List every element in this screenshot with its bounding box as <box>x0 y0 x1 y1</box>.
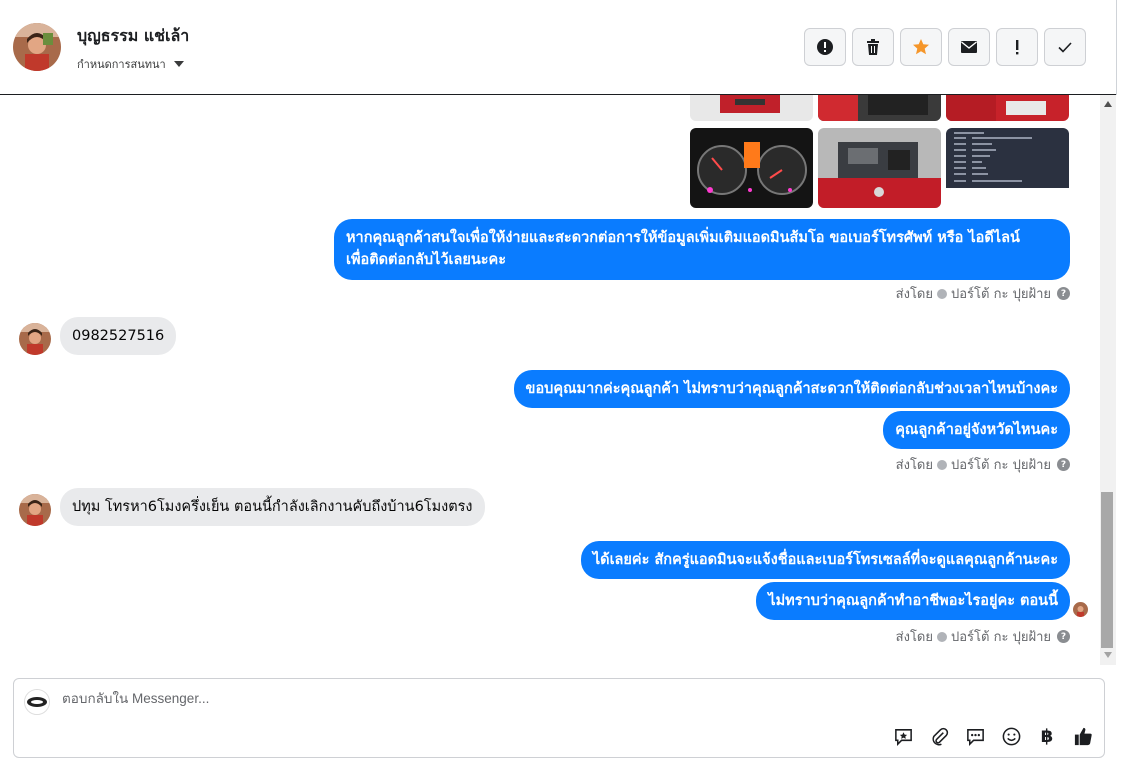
thumbs-up-icon <box>1074 727 1092 745</box>
message-text: ได้เลยค่ะ สักครู่แอดมินจะแจ้งชื่อและเบอร… <box>592 552 1058 568</box>
message-line: เพื่อติดต่อกลับไว้เลยนะคะ <box>346 252 507 268</box>
exclamation-icon <box>1016 40 1019 55</box>
message-line: หากคุณลูกค้าสนใจเพื่อให้ง่ายและสะดวกต่อก… <box>346 230 1020 246</box>
messenger-inbox: บุญธรรม แช่เล้า กำหนดการสนทนา หากคุณลูกค… <box>0 0 1125 768</box>
conversation-header: บุญธรรม แช่เล้า กำหนดการสนทนา <box>0 0 1117 95</box>
reply-composer: ฿ <box>13 678 1105 758</box>
check-icon <box>1058 42 1072 53</box>
thread-scrollbar[interactable] <box>1100 95 1116 665</box>
car-photo-engine[interactable] <box>818 128 941 208</box>
outgoing-message[interactable]: ได้เลยค่ะ สักครู่แอดมินจะแจ้งชื่อและเบอร… <box>580 541 1070 579</box>
sent-by-prefix: ส่งโดย <box>895 458 933 473</box>
message-text: ปทุม โทรหา6โมงครึ่งเย็น ตอนนี้กำลังเลิกง… <box>72 499 473 515</box>
emoji-button[interactable] <box>1000 725 1022 747</box>
like-button[interactable] <box>1072 725 1094 747</box>
incoming-message[interactable]: ปทุม โทรหา6โมงครึ่งเย็น ตอนนี้กำลังเลิกง… <box>60 488 485 526</box>
sent-by-prefix: ส่งโดย <box>895 287 933 302</box>
message-text: ขอบคุณมากค่ะคุณลูกค้า ไม่ทราบว่าคุณลูกค้… <box>525 381 1058 397</box>
car-spec-sheet[interactable] <box>946 128 1069 208</box>
sent-by-agent: ปอร์โต้ กะ ปุยฝ้าย <box>951 630 1051 645</box>
car-photo-door[interactable] <box>946 95 1069 121</box>
verified-icon <box>937 459 947 470</box>
sent-by-agent: ปอร์โต้ กะ ปุยฝ้าย <box>951 287 1051 302</box>
help-icon[interactable]: ? <box>1057 458 1070 471</box>
saved-reply-button[interactable] <box>892 725 914 747</box>
star-icon <box>913 39 929 55</box>
message-thread[interactable]: หากคุณลูกค้าสนใจเพื่อให้ง่ายและสะดวกต่อก… <box>0 95 1100 665</box>
sent-by-agent: ปอร์โต้ กะ ปุยฝ้าย <box>951 458 1051 473</box>
attach-button[interactable] <box>928 725 950 747</box>
help-icon[interactable]: ? <box>1057 287 1070 300</box>
composer-tools: ฿ <box>892 725 1094 747</box>
sent-by-prefix: ส่งโดย <box>895 630 933 645</box>
mark-unread-button[interactable] <box>948 28 990 66</box>
message-text: คุณลูกค้าอยู่จังหวัดไหนคะ <box>895 422 1058 438</box>
saved-reply-icon <box>894 728 912 746</box>
report-button[interactable] <box>804 28 846 66</box>
mark-done-button[interactable] <box>1044 28 1086 66</box>
sent-by-info: ส่งโดย ปอร์โต้ กะ ปุยฝ้าย ? <box>896 626 1070 647</box>
header-actions <box>804 28 1086 66</box>
emoji-icon <box>1002 727 1020 745</box>
exclamation-circle-icon <box>817 39 833 55</box>
message-text: ไม่ทราบว่าคุณลูกค้าทำอาชีพอะไรอยู่คะ ตอน… <box>768 593 1058 609</box>
star-button[interactable] <box>900 28 942 66</box>
chat-bubble-icon <box>966 728 984 746</box>
payment-button[interactable]: ฿ <box>1036 725 1058 747</box>
page-avatar <box>24 689 50 715</box>
contact-name: บุญธรรม แช่เล้า <box>77 26 190 45</box>
car-photo-rear[interactable] <box>690 95 813 121</box>
assign-label: กำหนดการสนทนา <box>77 58 166 71</box>
seen-avatar <box>1073 602 1088 617</box>
caret-down-icon <box>173 61 184 67</box>
envelope-icon <box>961 41 977 53</box>
outgoing-message[interactable]: หากคุณลูกค้าสนใจเพื่อให้ง่ายและสะดวกต่อก… <box>334 219 1070 280</box>
contact-avatar[interactable] <box>13 23 61 71</box>
contact-avatar-small[interactable] <box>19 494 51 526</box>
important-button[interactable] <box>996 28 1038 66</box>
outgoing-message[interactable]: คุณลูกค้าอยู่จังหวัดไหนคะ <box>883 411 1070 449</box>
outgoing-message[interactable]: ขอบคุณมากค่ะคุณลูกค้า ไม่ทราบว่าคุณลูกค้… <box>513 370 1070 408</box>
verified-icon <box>937 288 947 299</box>
help-icon[interactable]: ? <box>1057 630 1070 643</box>
incoming-message[interactable]: 0982527516 <box>60 317 177 355</box>
car-photo-interior[interactable] <box>818 95 941 121</box>
verified-icon <box>937 631 947 642</box>
delete-button[interactable] <box>852 28 894 66</box>
attachment-icon <box>932 727 948 745</box>
contact-avatar-small[interactable] <box>19 323 51 355</box>
reply-input[interactable] <box>62 691 862 706</box>
scroll-up-arrow[interactable] <box>1104 101 1112 107</box>
assign-conversation-dropdown[interactable]: กำหนดการสนทนา <box>77 55 184 73</box>
outgoing-message[interactable]: ไม่ทราบว่าคุณลูกค้าทำอาชีพอะไรอยู่คะ ตอน… <box>756 582 1070 620</box>
trash-icon <box>867 39 879 55</box>
scroll-thumb[interactable] <box>1101 492 1113 648</box>
sent-by-info: ส่งโดย ปอร์โต้ กะ ปุยฝ้าย ? <box>896 283 1070 304</box>
quick-reply-button[interactable] <box>964 725 986 747</box>
message-text: 0982527516 <box>72 328 165 344</box>
sent-by-info: ส่งโดย ปอร์โต้ กะ ปุยฝ้าย ? <box>896 454 1070 475</box>
scroll-down-arrow[interactable] <box>1104 652 1112 658</box>
baht-icon: ฿ <box>1040 725 1054 747</box>
car-photo-dashboard[interactable] <box>690 128 813 208</box>
